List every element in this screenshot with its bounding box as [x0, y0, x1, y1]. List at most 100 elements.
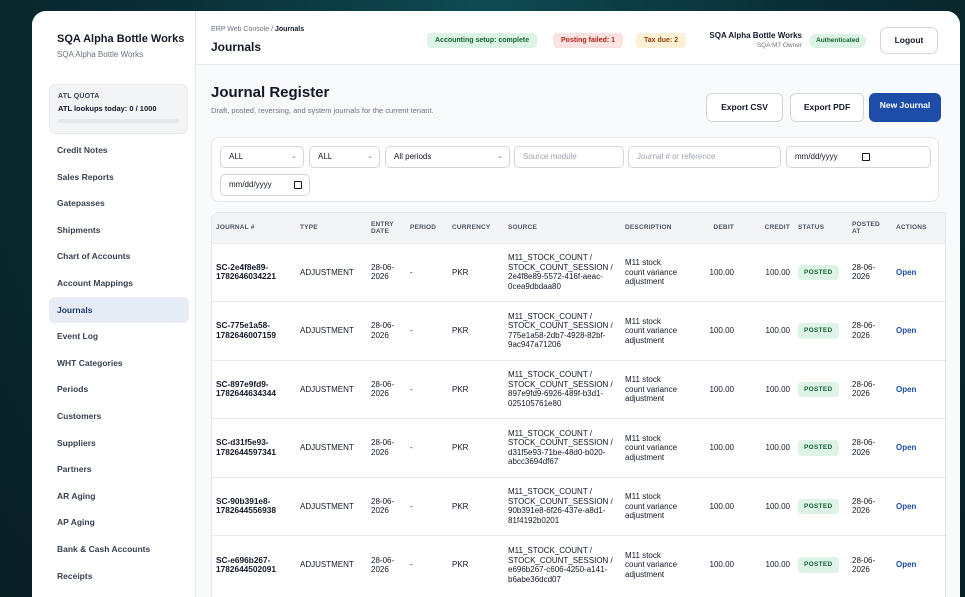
cell-description: M11 stock count variance adjustment: [621, 359, 684, 419]
table-row[interactable]: SC-775e1a58-1782646007159 ADJUSTMENT 28-06…: [212, 301, 945, 360]
sidebar-item-journals[interactable]: Journals: [49, 296, 189, 324]
open-link[interactable]: Open: [896, 560, 916, 569]
col-journal[interactable]: JOURNAL #: [212, 213, 296, 243]
source-module-input[interactable]: Source module: [514, 146, 624, 168]
quota-title: ATL QUOTA: [58, 93, 100, 100]
sidebar-item-partners[interactable]: Partners: [49, 456, 189, 483]
sidebar-item-ar-aging[interactable]: AR Aging: [49, 483, 189, 510]
cell-posted-at: 28-06-2026: [848, 242, 892, 302]
tax-due-badge[interactable]: Tax due: 2: [636, 33, 687, 48]
cell-description: M11 stock count variance adjustment: [621, 418, 684, 477]
status-badge: POSTED: [798, 498, 839, 514]
journal-reference-input[interactable]: Journal # or reference: [628, 146, 781, 168]
sidebar-item-credit-notes[interactable]: Credit Notes: [49, 137, 189, 164]
sidebar-item-account-mappings[interactable]: Account Mappings: [49, 270, 189, 297]
brand-title: SQA Alpha Bottle Works: [57, 33, 185, 45]
status-badge: POSTED: [798, 264, 839, 280]
new-journal-button[interactable]: New Journal: [869, 93, 941, 122]
sidebar-item-suppliers[interactable]: Suppliers: [49, 430, 189, 457]
sidebar-item-customers[interactable]: Customers: [49, 403, 189, 430]
cell-source: M11_STOCK_COUNT / STOCK_COUNT_SESSION / …: [504, 476, 621, 536]
table-row[interactable]: SC-e696b267-1782644502091 ADJUSTMENT 28-06…: [212, 535, 945, 594]
col-actions: ACTIONS: [896, 224, 927, 232]
cell-period: -: [406, 418, 448, 477]
period-select-value: All periods: [394, 152, 432, 161]
table-row[interactable]: SC-2e4f8e89-1782646034221 ADJUSTMENT 28-06…: [212, 242, 945, 302]
open-link[interactable]: Open: [896, 326, 916, 335]
period-select[interactable]: All periods ⌄: [385, 146, 510, 168]
open-link[interactable]: Open: [896, 268, 916, 277]
sidebar-item-periods[interactable]: Periods: [49, 376, 189, 403]
cell-description: M11 stock count variance adjustment: [621, 535, 684, 594]
status-select[interactable]: ALL ⌄: [220, 146, 304, 168]
col-entry-date[interactable]: ENTRY DATE: [367, 213, 406, 243]
atl-quota-card: ATL QUOTA ATL lookups today: 0 / 1000: [49, 84, 188, 134]
cell-entry-date: 28-06-2026: [367, 242, 406, 302]
cell-posted-at: 28-06-2026: [848, 476, 892, 536]
cell-debit: 100.00: [684, 418, 738, 477]
cell-journal-number: SC-897e9fd9-1782644634344: [212, 359, 296, 419]
cell-action: Open: [892, 476, 945, 536]
table-row[interactable]: SC-897e9fd9-1782644634344 ADJUSTMENT 28-06…: [212, 359, 945, 419]
col-source[interactable]: SOURCE: [504, 213, 621, 243]
cell-debit: 100.00: [684, 301, 738, 360]
sidebar-item-wht-categories[interactable]: WHT Categories: [49, 350, 189, 377]
sidebar-item-bank-cash-accounts[interactable]: Bank & Cash Accounts: [49, 536, 189, 563]
cell-type: ADJUSTMENT: [296, 418, 367, 477]
cell-posted-at: 28-06-2026: [848, 535, 892, 594]
calendar-icon[interactable]: [294, 181, 302, 189]
cell-period: -: [406, 242, 448, 302]
table-row[interactable]: SC-d31f5e93-1782644597341 ADJUSTMENT 28-06…: [212, 418, 945, 477]
sidebar-item-event-log[interactable]: Event Log: [49, 323, 189, 350]
status-badge: POSTED: [798, 381, 839, 397]
col-credit[interactable]: CREDIT: [738, 213, 794, 243]
user-name: SQA Alpha Bottle Works: [709, 31, 802, 40]
col-debit[interactable]: DEBIT: [684, 213, 738, 243]
cell-credit: 100.00: [738, 476, 794, 536]
type-select[interactable]: ALL ⌄: [309, 146, 380, 168]
cell-currency: PKR: [448, 301, 504, 360]
sidebar-item-receipts[interactable]: Receipts: [49, 563, 189, 590]
sidebar-item-gatepasses[interactable]: Gatepasses: [49, 190, 189, 217]
col-currency[interactable]: CURRENCY: [448, 213, 504, 243]
open-link[interactable]: Open: [896, 385, 916, 394]
export-csv-button[interactable]: Export CSV: [706, 93, 783, 122]
sidebar-item-ap-aging[interactable]: AP Aging: [49, 509, 189, 536]
cell-debit: 100.00: [684, 359, 738, 419]
date-to-input[interactable]: mm/dd/yyyy: [220, 174, 310, 196]
date-from-input[interactable]: mm/dd/yyyy: [786, 146, 931, 168]
open-link[interactable]: Open: [896, 502, 916, 511]
export-pdf-button[interactable]: Export PDF: [790, 93, 864, 122]
cell-action: Open: [892, 359, 945, 419]
cell-credit: 100.00: [738, 359, 794, 419]
breadcrumb-root[interactable]: ERP Web Console: [211, 26, 269, 33]
col-posted-at[interactable]: POSTED AT: [848, 213, 892, 243]
col-type[interactable]: TYPE: [296, 213, 367, 243]
posting-failed-badge[interactable]: Posting failed: 1: [553, 33, 624, 48]
calendar-icon[interactable]: [862, 153, 870, 161]
col-description[interactable]: DESCRIPTION: [621, 213, 684, 243]
status-badge: POSTED: [798, 440, 839, 456]
journal-table-card: JOURNAL # TYPE ENTRY DATE PERIOD CURRENC…: [211, 212, 946, 597]
cell-journal-number: SC-90b391e8-1782644556938: [212, 476, 296, 536]
cell-status: POSTED: [794, 359, 848, 419]
sidebar-nav: InvoicesCredit NotesSales ReportsGatepas…: [49, 127, 189, 589]
cell-action: Open: [892, 301, 945, 360]
cell-action: Open: [892, 242, 945, 302]
logout-button[interactable]: Logout: [880, 27, 938, 54]
col-period[interactable]: PERIOD: [406, 213, 448, 243]
cell-period: -: [406, 535, 448, 594]
cell-journal-number: SC-d31f5e93-1782644597341: [212, 418, 296, 477]
open-link[interactable]: Open: [896, 443, 916, 452]
cell-journal-number: SC-e696b267-1782644502091: [212, 535, 296, 594]
sidebar-item-chart-of-accounts[interactable]: Chart of Accounts: [49, 243, 189, 270]
sidebar-item-sales-reports[interactable]: Sales Reports: [49, 164, 189, 191]
user-role: SQA M7 Owner: [756, 42, 802, 49]
cell-posted-at: 28-06-2026: [848, 359, 892, 419]
sidebar-item-shipments[interactable]: Shipments: [49, 217, 189, 244]
cell-action: Open: [892, 418, 945, 477]
table-row[interactable]: SC-90b391e8-1782644556938 ADJUSTMENT 28-06…: [212, 476, 945, 536]
brand-subtitle: SQA Alpha Bottle Works: [57, 50, 144, 59]
cell-entry-date: 28-06-2026: [367, 418, 406, 477]
col-status[interactable]: STATUS: [794, 213, 848, 243]
